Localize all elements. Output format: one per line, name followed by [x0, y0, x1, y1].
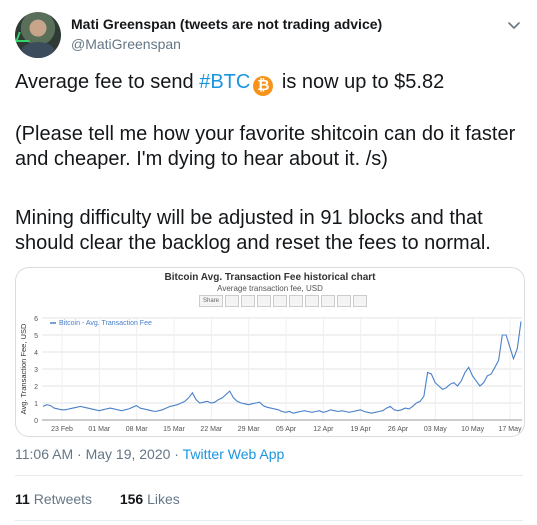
retweets-label: Retweets [33, 491, 93, 507]
tweet-paragraph-3: Mining difficulty will be adjusted in 91… [15, 207, 491, 254]
author-name[interactable]: Mati Greenspan (tweets are not trading a… [71, 16, 382, 32]
avatar-shirt [21, 42, 55, 58]
meta-separator-2: · [170, 446, 183, 462]
x-tick-label: 08 Mar [126, 426, 148, 433]
chevron-down-icon[interactable] [505, 16, 523, 34]
likes-stat[interactable]: 156 Likes [120, 491, 180, 507]
tweet-line-1: Average fee to send #BTC ₿ is now up to $… [15, 70, 444, 96]
bitcoin-icon: ₿ [253, 76, 274, 96]
x-tick-label: 17 May [499, 426, 522, 433]
x-tick-label: 19 Apr [351, 426, 372, 433]
hashtag-link[interactable]: #BTC [199, 71, 250, 93]
x-tick-label: 01 Mar [88, 426, 110, 433]
chart-plot: 0 1 2 3 4 5 6 23 Feb 01 Mar 08 Mar 15 Mar 22 Mar 29 … [19, 316, 522, 433]
y-tick-label: 3 [34, 367, 38, 374]
x-tick-label: 03 May [424, 426, 447, 433]
author-handle[interactable]: @MatiGreenspan [71, 36, 181, 52]
retweets-stat[interactable]: 11 Retweets [15, 491, 92, 507]
tweet-time[interactable]: 11:06 AM [15, 446, 73, 462]
y-tick-label: 2 [34, 384, 38, 391]
retweets-count: 11 [15, 491, 30, 507]
y-axis-label: Avg. Transaction Fee, USD [19, 323, 28, 414]
avatar-chart-mark [15, 32, 33, 42]
x-tick-label: 12 Apr [313, 426, 334, 433]
y-tick-label: 1 [34, 401, 38, 408]
chart-image[interactable]: Bitcoin Avg. Transaction Fee historical … [15, 267, 525, 437]
likes-label: Likes [147, 491, 180, 507]
x-tick-label: 26 Apr [388, 426, 409, 433]
divider-bottom [15, 520, 523, 521]
tweet-paragraph-2: (Please tell me how your favorite shitco… [15, 123, 516, 170]
x-tick-label: 05 Apr [276, 426, 297, 433]
tweet-meta: 11:06 AM · May 19, 2020 · Twitter Web Ap… [15, 446, 284, 462]
x-tick-label: 10 May [461, 426, 484, 433]
tweet-stats: 11 Retweets 156 Likes [15, 491, 180, 507]
divider [15, 475, 523, 476]
y-tick-label: 0 [34, 418, 38, 425]
likes-count: 156 [119, 491, 144, 507]
y-tick-label: 5 [34, 333, 38, 340]
y-tick-label: 4 [34, 350, 38, 357]
x-tick-label: 23 Feb [51, 426, 73, 433]
x-tick-label: 15 Mar [163, 426, 185, 433]
y-tick-label: 6 [34, 316, 38, 323]
legend-label: Bitcoin - Avg. Transaction Fee [59, 320, 152, 327]
tweet-header: Mati Greenspan (tweets are not trading a… [15, 10, 525, 60]
tweet-date[interactable]: May 19, 2020 [86, 446, 171, 462]
meta-separator: · [73, 446, 86, 462]
x-tick-label: 22 Mar [200, 426, 222, 433]
avatar[interactable] [15, 12, 61, 58]
x-tick-label: 29 Mar [238, 426, 260, 433]
tweet-line-1-prefix: Average fee to send [15, 71, 200, 93]
tweet-line-1-suffix: is now up to $5.82 [276, 71, 445, 93]
tweet-source[interactable]: Twitter Web App [183, 446, 285, 462]
